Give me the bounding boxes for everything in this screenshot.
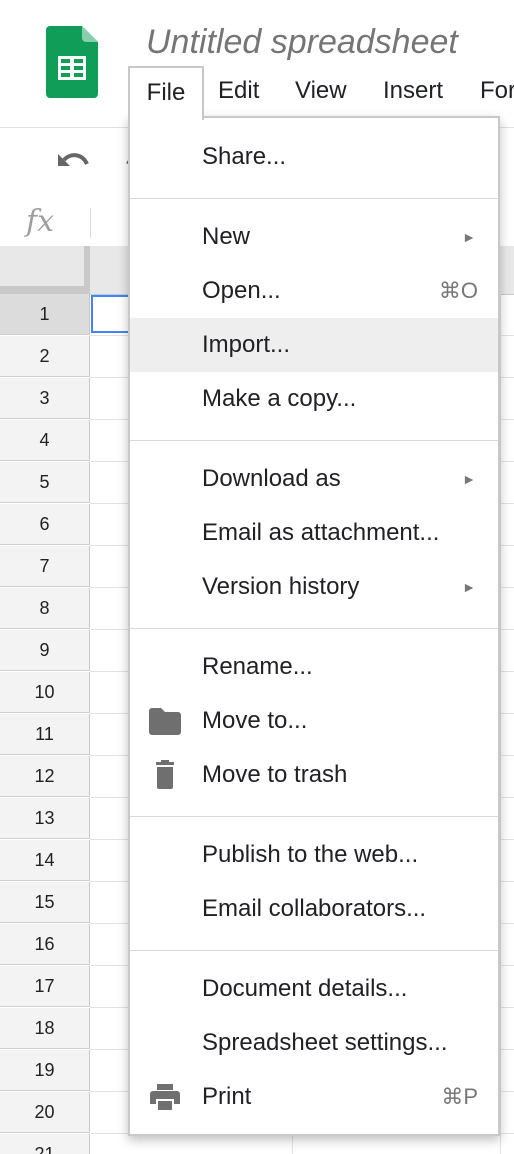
menu-item-label: Move to... — [202, 707, 308, 734]
menu-item-label: New — [202, 223, 251, 250]
menu-item-label: Publish to the web... — [202, 841, 419, 868]
row-header-18[interactable]: 18 — [0, 1008, 90, 1049]
menu-item-share[interactable]: Share... — [130, 130, 498, 184]
menu-item-publish[interactable]: Publish to the web... — [130, 828, 498, 882]
menu-item-new[interactable]: New ► — [130, 210, 498, 264]
row-header-5[interactable]: 5 — [0, 462, 90, 503]
row-header-14[interactable]: 14 — [0, 840, 90, 881]
row-header-8[interactable]: 8 — [0, 588, 90, 629]
menu-item-label: Move to trash — [202, 761, 348, 788]
menu-separator — [130, 950, 498, 951]
menu-format[interactable]: For — [480, 66, 514, 116]
menu-item-label: Spreadsheet settings... — [202, 1029, 448, 1056]
menu-separator — [130, 198, 498, 199]
active-cell-a1[interactable] — [91, 295, 131, 333]
app-header: Untitled spreadsheet File Edit View Inse… — [0, 0, 514, 128]
row-header-3[interactable]: 3 — [0, 378, 90, 419]
menu-item-make-copy[interactable]: Make a copy... — [130, 372, 498, 426]
row-header-21[interactable]: 21 — [0, 1134, 90, 1154]
select-all-corner[interactable] — [0, 246, 90, 294]
row-header-6[interactable]: 6 — [0, 504, 90, 545]
menu-edit[interactable]: Edit — [218, 66, 259, 116]
document-title[interactable]: Untitled spreadsheet — [146, 20, 458, 64]
row-header-11[interactable]: 11 — [0, 714, 90, 755]
menu-item-label: Document details... — [202, 975, 408, 1002]
submenu-arrow-icon: ► — [462, 471, 476, 487]
submenu-arrow-icon: ► — [462, 579, 476, 595]
menu-insert[interactable]: Insert — [383, 66, 443, 116]
column-divider — [500, 294, 501, 1154]
menu-item-label: Print — [202, 1083, 252, 1110]
grid-row[interactable] — [90, 1134, 514, 1154]
row-header-2[interactable]: 2 — [0, 336, 90, 377]
menu-item-label: Share... — [202, 143, 287, 170]
submenu-arrow-icon: ► — [462, 229, 476, 245]
row-header-12[interactable]: 12 — [0, 756, 90, 797]
menu-item-label: Rename... — [202, 653, 313, 680]
row-header-13[interactable]: 13 — [0, 798, 90, 839]
shortcut-label: ⌘O — [438, 278, 478, 303]
file-menu-dropdown: Share... New ► Open... ⌘O Import... Make… — [128, 116, 500, 1136]
undo-icon[interactable] — [54, 146, 92, 182]
menu-view[interactable]: View — [295, 66, 347, 116]
folder-icon — [149, 708, 181, 735]
menu-item-move-to[interactable]: Move to... — [130, 694, 498, 748]
row-header-4[interactable]: 4 — [0, 420, 90, 461]
printer-icon — [150, 1084, 180, 1110]
row-header-9[interactable]: 9 — [0, 630, 90, 671]
row-header-15[interactable]: 15 — [0, 882, 90, 923]
menu-item-label: Open... — [202, 277, 281, 304]
menu-item-label: Download as — [202, 465, 341, 492]
row-header-1[interactable]: 1 — [0, 294, 90, 335]
menu-item-document-details[interactable]: Document details... — [130, 962, 498, 1016]
menu-item-label: Email collaborators... — [202, 895, 427, 922]
formula-bar-divider — [90, 208, 91, 238]
row-header-17[interactable]: 17 — [0, 966, 90, 1007]
menu-separator — [130, 816, 498, 817]
menu-item-label: Version history — [202, 573, 360, 600]
menu-item-label: Email as attachment... — [202, 519, 440, 546]
menu-item-version-history[interactable]: Version history ► — [130, 560, 498, 614]
fx-icon: fx — [26, 204, 55, 239]
menu-item-label: Make a copy... — [202, 385, 357, 412]
menu-item-download-as[interactable]: Download as ► — [130, 452, 498, 506]
row-header-7[interactable]: 7 — [0, 546, 90, 587]
menu-separator — [130, 628, 498, 629]
menu-separator — [130, 440, 498, 441]
menu-item-rename[interactable]: Rename... — [130, 640, 498, 694]
google-sheets-logo-icon[interactable] — [46, 26, 98, 98]
menu-item-spreadsheet-settings[interactable]: Spreadsheet settings... — [130, 1016, 498, 1070]
menu-item-move-to-trash[interactable]: Move to trash — [130, 748, 498, 802]
trash-icon — [156, 760, 174, 789]
menu-file[interactable]: File — [128, 66, 204, 120]
menu-item-import[interactable]: Import... — [130, 318, 498, 372]
shortcut-label: ⌘P — [441, 1084, 478, 1109]
row-header-16[interactable]: 16 — [0, 924, 90, 965]
menu-item-open[interactable]: Open... ⌘O — [130, 264, 498, 318]
row-header-10[interactable]: 10 — [0, 672, 90, 713]
menu-item-email-attachment[interactable]: Email as attachment... — [130, 506, 498, 560]
row-header-19[interactable]: 19 — [0, 1050, 90, 1091]
menu-item-email-collaborators[interactable]: Email collaborators... — [130, 882, 498, 936]
row-header-20[interactable]: 20 — [0, 1092, 90, 1133]
menu-item-label: Import... — [202, 331, 291, 358]
menu-item-print[interactable]: Print ⌘P — [130, 1070, 498, 1124]
